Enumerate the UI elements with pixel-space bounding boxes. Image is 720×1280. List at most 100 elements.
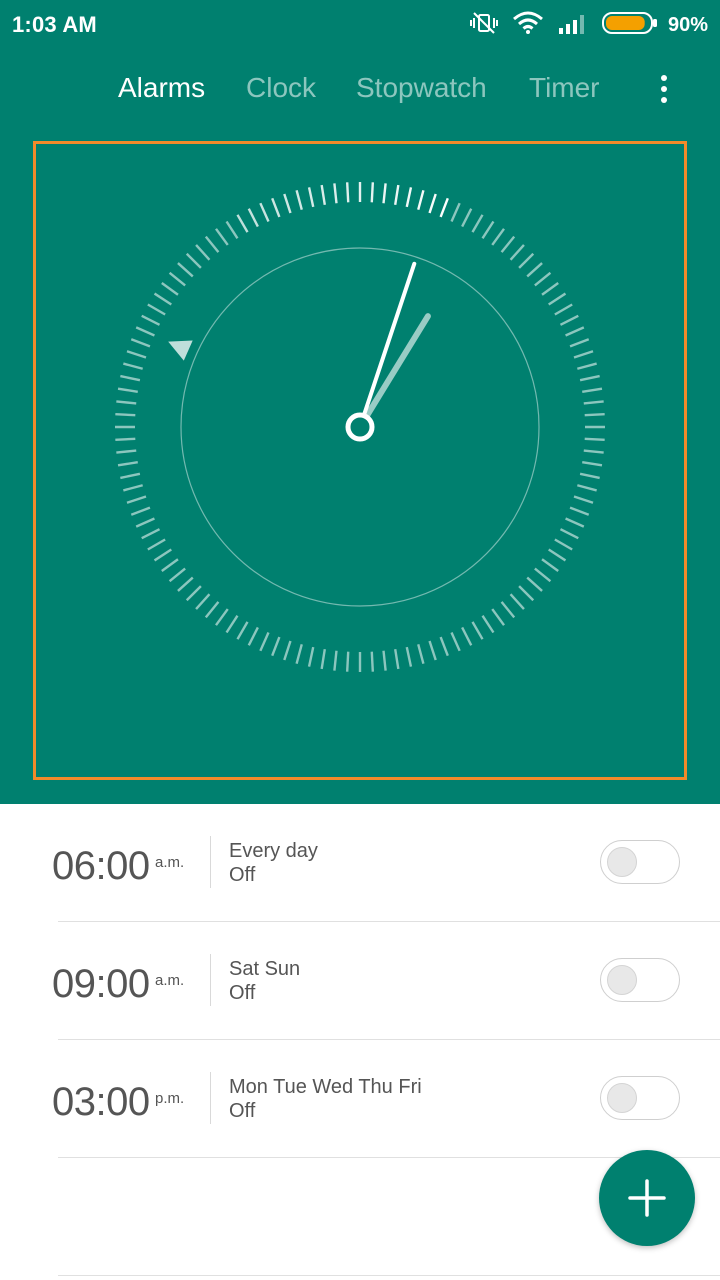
alarm-days: Mon Tue Wed Thu Fri <box>229 1076 422 1098</box>
toggle-knob <box>607 965 637 995</box>
clock-tick <box>225 615 239 634</box>
clock-tick <box>541 282 559 296</box>
clock-tick <box>307 646 315 667</box>
clock-tick <box>259 632 270 652</box>
clock-tick <box>579 472 600 480</box>
clock-tick <box>141 528 161 540</box>
clock-tick <box>526 576 543 592</box>
clock-tick <box>195 593 211 610</box>
clock-tick <box>428 640 437 661</box>
alarm-time: 03:00 <box>52 1080 150 1124</box>
add-alarm-button[interactable] <box>599 1150 695 1246</box>
clock-tick <box>177 262 194 278</box>
clock-tick <box>153 548 172 562</box>
clock-tick <box>582 387 603 393</box>
clock-tick <box>283 640 292 661</box>
clock-tick <box>271 197 281 218</box>
alarm-item[interactable]: 09:00 a.m. Sat Sun Off <box>0 922 720 1040</box>
clock-tick <box>417 190 425 210</box>
clock-tick <box>141 314 161 326</box>
clock-tick <box>481 220 495 239</box>
alarm-toggle[interactable] <box>600 958 680 1002</box>
clock-tick <box>123 362 143 370</box>
alarm-toggle[interactable] <box>600 1076 680 1120</box>
clock-tick <box>582 461 603 467</box>
clock-tick <box>382 183 387 204</box>
clock-tick <box>295 644 303 664</box>
clock-tick <box>283 193 292 214</box>
clock-tick <box>500 235 516 253</box>
clock-tick <box>259 202 270 222</box>
alarm-time: 06:00 <box>52 844 150 888</box>
clock-tick <box>573 495 594 504</box>
clock-tick <box>569 506 590 516</box>
clock-tick <box>548 292 567 306</box>
clock-tick <box>185 585 202 602</box>
clock-tick <box>204 601 220 619</box>
clock-tick <box>559 528 579 540</box>
clock-tick <box>509 593 525 610</box>
clock-center-pin <box>345 412 375 442</box>
alarm-state: Off <box>229 864 256 886</box>
clock-tick <box>177 576 194 592</box>
plus-icon <box>628 1179 666 1217</box>
clock-tick <box>370 182 375 203</box>
clock-tick <box>461 208 473 228</box>
alarm-toggle[interactable] <box>600 840 680 884</box>
clock-tick <box>120 472 141 480</box>
row-divider <box>58 1275 720 1276</box>
clock-tick <box>271 636 281 657</box>
alarm-period: p.m. <box>155 1090 185 1107</box>
clock-tick <box>573 350 594 359</box>
alarm-item[interactable]: 06:00 a.m. Every day Off <box>0 804 720 922</box>
clock-tick <box>481 615 495 634</box>
toggle-knob <box>607 1083 637 1113</box>
alarm-item[interactable]: 03:00 p.m. Mon Tue Wed Thu Fri Off <box>0 1040 720 1158</box>
clock-tick <box>526 262 543 278</box>
clock-tick <box>307 187 315 208</box>
analog-clock <box>115 182 605 672</box>
clock-tick <box>215 608 229 626</box>
clock-tick <box>130 338 151 348</box>
clock-tick <box>534 271 552 287</box>
clock-tick <box>450 632 461 652</box>
clock-tick <box>534 567 552 583</box>
clock-tick <box>168 271 186 287</box>
clock-tick <box>204 235 220 253</box>
clock-tick <box>548 548 567 562</box>
clock-tick <box>147 303 166 316</box>
clock-tick <box>333 183 338 204</box>
clock-tick <box>333 650 338 671</box>
clock-tick <box>471 621 484 640</box>
clock-tick <box>126 350 147 359</box>
clock-tick <box>450 202 461 222</box>
clock-tick <box>236 214 249 233</box>
clock-tick <box>161 558 179 572</box>
clock-tick <box>417 644 425 664</box>
alarm-period: a.m. <box>155 972 185 989</box>
clock-tick <box>123 484 143 492</box>
clock-tick <box>394 184 400 205</box>
clock-tick <box>554 303 573 316</box>
clock-tick <box>115 437 136 442</box>
clock-tick <box>565 326 585 337</box>
clock-tick <box>247 626 259 646</box>
clock-tick <box>509 244 525 261</box>
clock-tick <box>491 608 505 626</box>
clock-tick <box>168 567 186 583</box>
alarm-state: Off <box>229 1100 256 1122</box>
clock-tick <box>559 314 579 326</box>
clock-tick <box>554 538 573 551</box>
clock-tick <box>117 387 138 393</box>
alarm-period: a.m. <box>155 854 185 871</box>
clock-tick <box>247 208 259 228</box>
clock-tick <box>161 282 179 296</box>
clock-tick <box>565 517 585 528</box>
clock-tick <box>500 601 516 619</box>
header-panel: 1:03 AM 90% Alarms Clock Stopwatch Timer <box>0 0 720 804</box>
clock-tick <box>569 338 590 348</box>
clock-tick <box>584 437 605 442</box>
clock-tick <box>579 374 600 382</box>
clock-tick <box>394 649 400 670</box>
clock-tick <box>583 400 604 405</box>
